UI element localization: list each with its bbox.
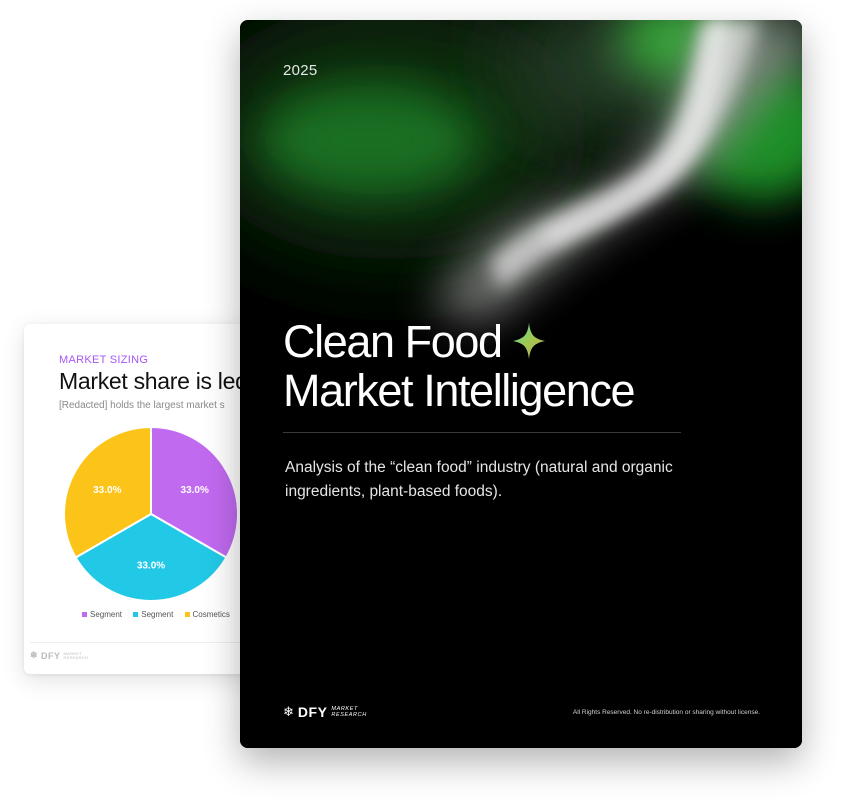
logo-word: DFY — [41, 650, 61, 661]
legend-label: Segment — [141, 610, 174, 619]
pie-slice-label: 33.0% — [137, 560, 165, 571]
snowflake-icon: ❄ — [283, 704, 294, 719]
pie-slice-label: 33.0% — [181, 485, 209, 496]
legend-item: Cosmetics — [184, 610, 230, 619]
legend-swatch — [82, 612, 87, 618]
logo-tagline: MARKET RESEARCH — [331, 706, 367, 718]
report-title: Clean Food Market Intelligence — [283, 316, 635, 416]
logo-word: DFY — [297, 704, 328, 720]
chart-legend: Segment Segment Cosmetics — [82, 610, 239, 619]
dfy-logo: ❄ DFY MARKET RESEARCH — [30, 650, 88, 661]
snowflake-icon: ❄ — [30, 650, 39, 660]
title-line-2: Market Intelligence — [283, 365, 635, 416]
pie-slice-label: 33.0% — [93, 485, 121, 496]
legend-label: Cosmetics — [192, 610, 230, 619]
sparkle-icon — [512, 323, 545, 360]
legend-item: Segment — [82, 610, 122, 619]
report-description: Analysis of the “clean food” industry (n… — [285, 459, 673, 500]
title-line-1: Clean Food — [283, 316, 503, 367]
rights-notice: All Rights Reserved. No re-distribution … — [572, 709, 760, 716]
dfy-logo: ❄ DFY MARKET RESEARCH — [283, 704, 367, 720]
legend-swatch — [184, 612, 190, 618]
report-year: 2025 — [283, 62, 318, 79]
title-divider — [283, 432, 681, 433]
legend-swatch — [133, 612, 139, 618]
logo-tagline: MARKET RESEARCH — [63, 650, 89, 660]
legend-label: Segment — [90, 610, 123, 619]
report-cover: 2025 Clean Food Market Intelligence Anal… — [240, 20, 802, 748]
legend-item: Segment — [133, 610, 173, 619]
